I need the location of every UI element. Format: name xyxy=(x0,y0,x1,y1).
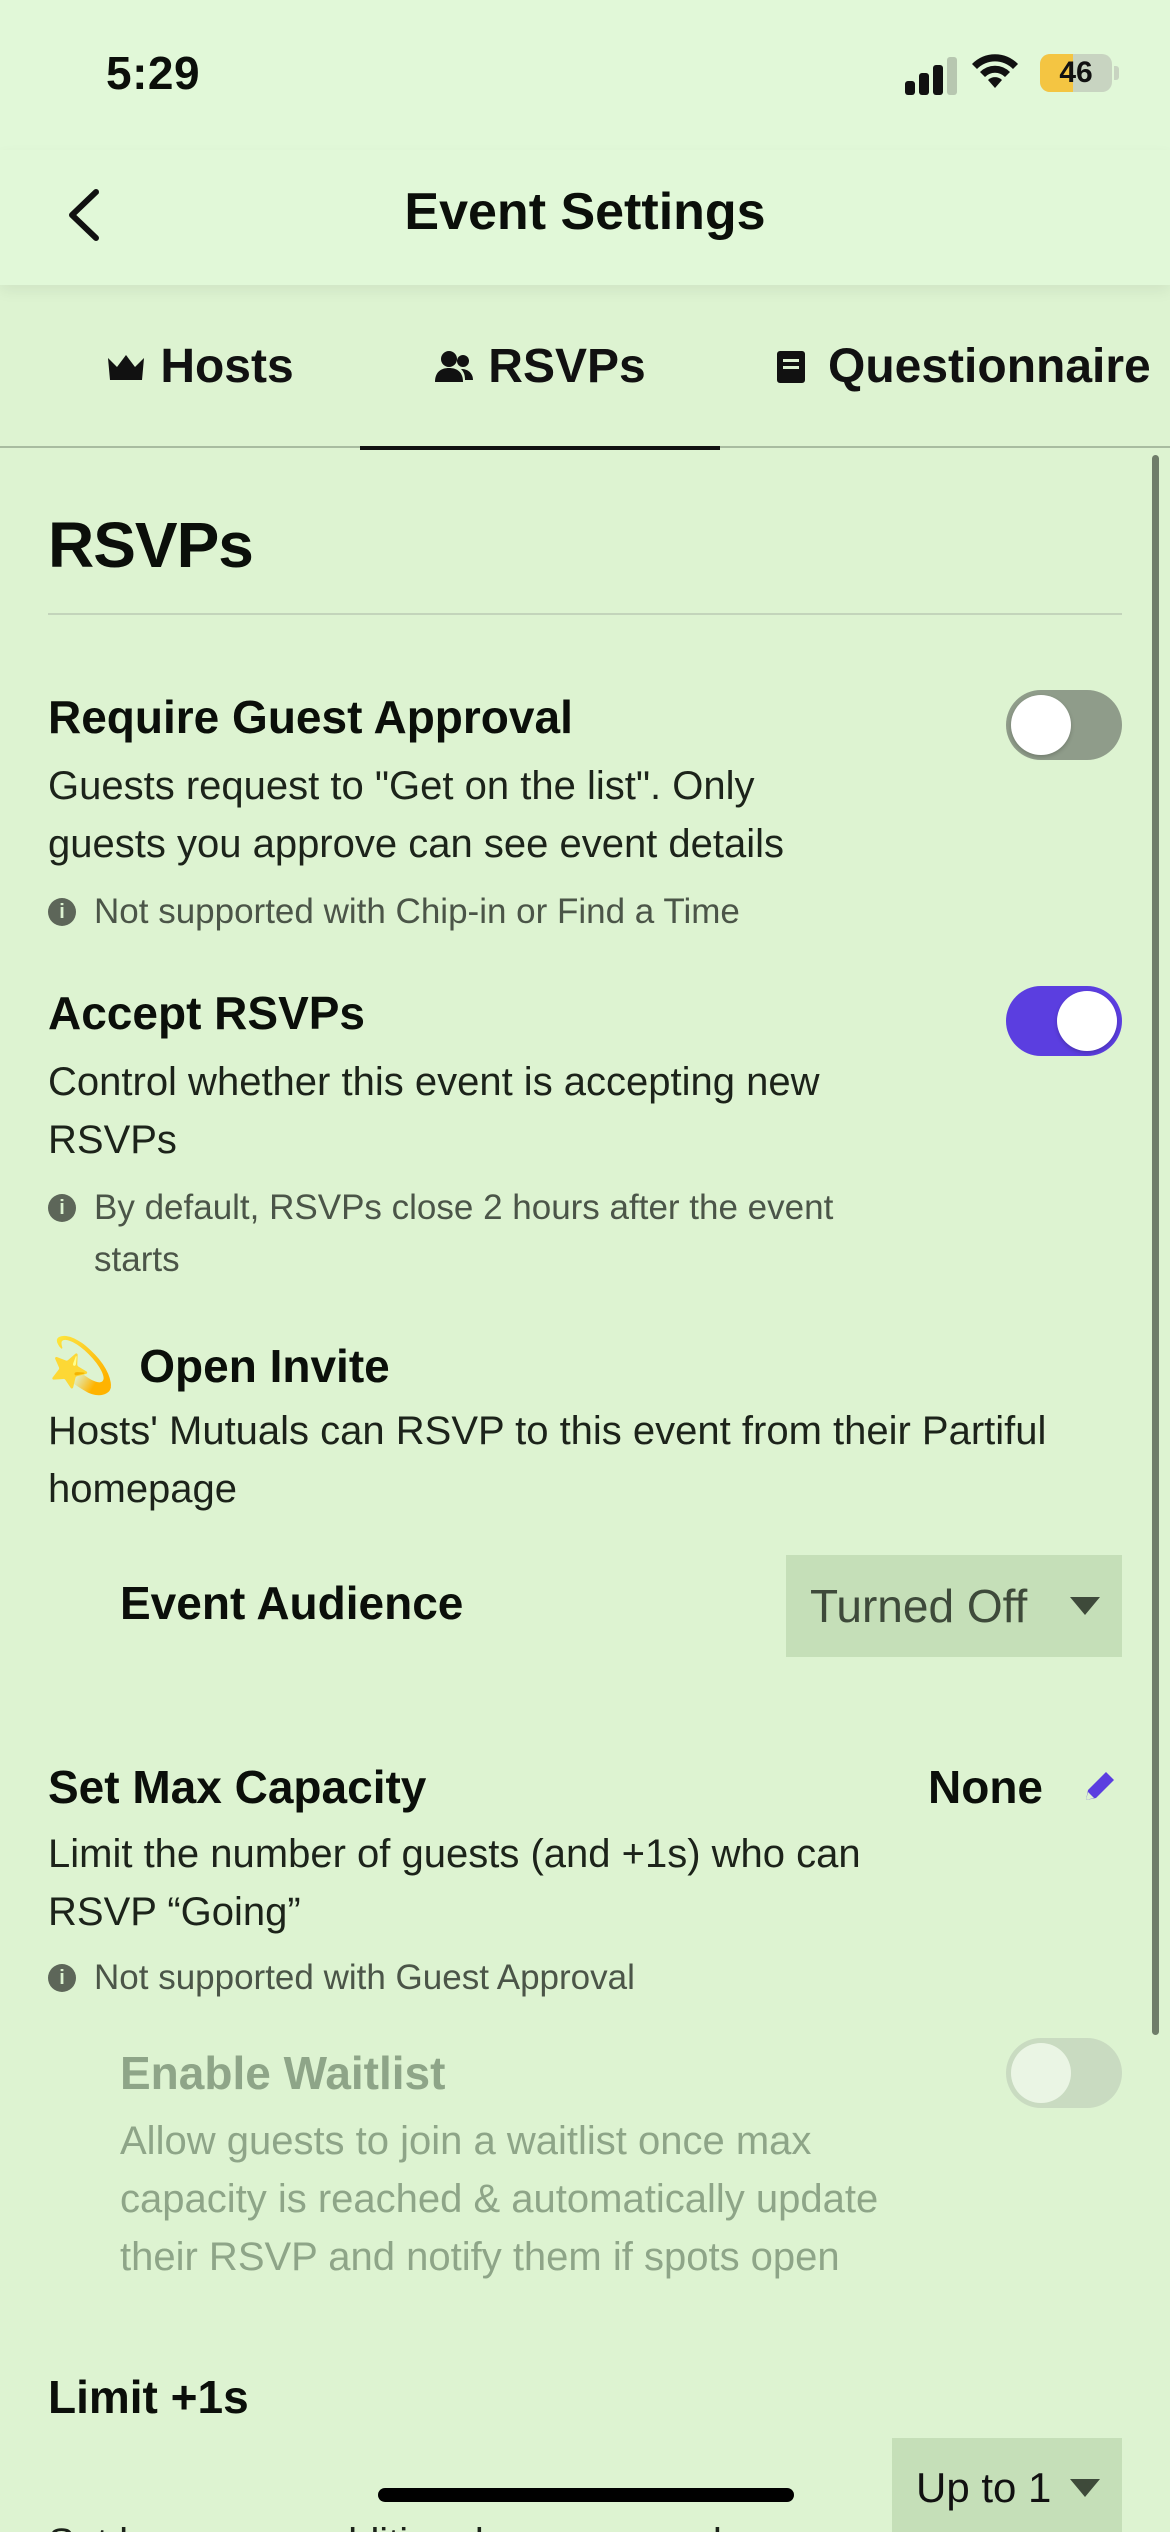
max-capacity-note: i Not supported with Guest Approval xyxy=(48,1952,948,2004)
accept-rsvps-title: Accept RSVPs xyxy=(48,987,366,1039)
people-icon xyxy=(435,350,474,382)
waitlist-description: Allow guests to join a waitlist once max… xyxy=(120,2119,879,2279)
tab-questionnaire-label: Questionnaire xyxy=(828,340,1151,393)
waitlist-toggle[interactable] xyxy=(1006,2038,1122,2108)
accept-rsvps-note-text: By default, RSVPs close 2 hours after th… xyxy=(94,1188,834,1279)
page-title: Event Settings xyxy=(404,183,766,241)
event-audience-value: Turned Off xyxy=(810,1580,1028,1632)
limit-plus-ones-value: Up to 1 xyxy=(916,2464,1052,2511)
tab-questionnaire[interactable]: Questionnaire xyxy=(740,285,1170,448)
guest-approval-description: Guests request to "Get on the list". Onl… xyxy=(48,764,785,866)
cellular-signal-icon xyxy=(905,55,959,95)
guest-approval-note-text: Not supported with Chip-in or Find a Tim… xyxy=(94,892,740,931)
battery-icon: 46 xyxy=(1040,54,1112,92)
navigation-bar: Event Settings xyxy=(0,150,1170,285)
tab-bar: Hosts RSVPs Questionnaire xyxy=(0,285,1170,450)
max-capacity-value: None xyxy=(928,1761,1043,1813)
max-capacity-title: Set Max Capacity xyxy=(48,1761,427,1813)
limit-plus-ones-select[interactable]: Up to 1 xyxy=(892,2438,1122,2532)
battery-level: 46 xyxy=(1059,56,1093,89)
info-icon: i xyxy=(48,898,76,926)
section-title: RSVPs xyxy=(48,509,254,581)
open-invite-title: Open Invite xyxy=(139,1340,390,1392)
scrollbar[interactable] xyxy=(1152,455,1159,2035)
accept-rsvps-toggle[interactable] xyxy=(1006,986,1122,1056)
accept-rsvps-note: i By default, RSVPs close 2 hours after … xyxy=(48,1182,908,1286)
tab-hosts-label: Hosts xyxy=(160,340,294,393)
dizzy-star-icon: 💫 xyxy=(48,1334,116,1397)
limit-plus-ones-description: Set how many additional persons each xyxy=(48,2514,868,2532)
guest-approval-title: Require Guest Approval xyxy=(48,691,573,743)
caret-down-icon xyxy=(1070,2479,1100,2497)
guest-approval-note: i Not supported with Chip-in or Find a T… xyxy=(48,886,948,938)
info-icon: i xyxy=(48,1964,76,1992)
tab-rsvps[interactable]: RSVPs xyxy=(360,285,720,450)
wifi-icon xyxy=(972,54,1018,88)
open-invite-header: 💫 Open Invite xyxy=(48,1334,390,1398)
event-audience-label: Event Audience xyxy=(120,1577,464,1629)
document-icon xyxy=(777,350,805,383)
tab-hosts[interactable]: Hosts xyxy=(40,285,360,448)
info-icon: i xyxy=(48,1194,76,1222)
max-capacity-note-text: Not supported with Guest Approval xyxy=(94,1958,635,1997)
battery-tip xyxy=(1114,66,1119,80)
event-audience-select[interactable]: Turned Off xyxy=(786,1555,1122,1657)
divider xyxy=(48,613,1122,615)
max-capacity-description: Limit the number of guests (and +1s) who… xyxy=(48,1832,861,1934)
status-bar: 5:29 46 xyxy=(0,0,1170,150)
tab-rsvps-label: RSVPs xyxy=(488,340,646,393)
waitlist-title: Enable Waitlist xyxy=(120,2047,446,2099)
guest-approval-toggle[interactable] xyxy=(1006,690,1122,760)
status-time: 5:29 xyxy=(106,47,201,99)
limit-plus-ones-title: Limit +1s xyxy=(48,2371,249,2423)
open-invite-description: Hosts' Mutuals can RSVP to this event fr… xyxy=(48,1409,1047,1511)
crown-icon xyxy=(108,354,145,380)
pencil-icon[interactable] xyxy=(1080,1766,1120,1806)
accept-rsvps-description: Control whether this event is accepting … xyxy=(48,1060,820,1162)
caret-down-icon xyxy=(1070,1597,1100,1615)
home-indicator xyxy=(378,2488,794,2502)
